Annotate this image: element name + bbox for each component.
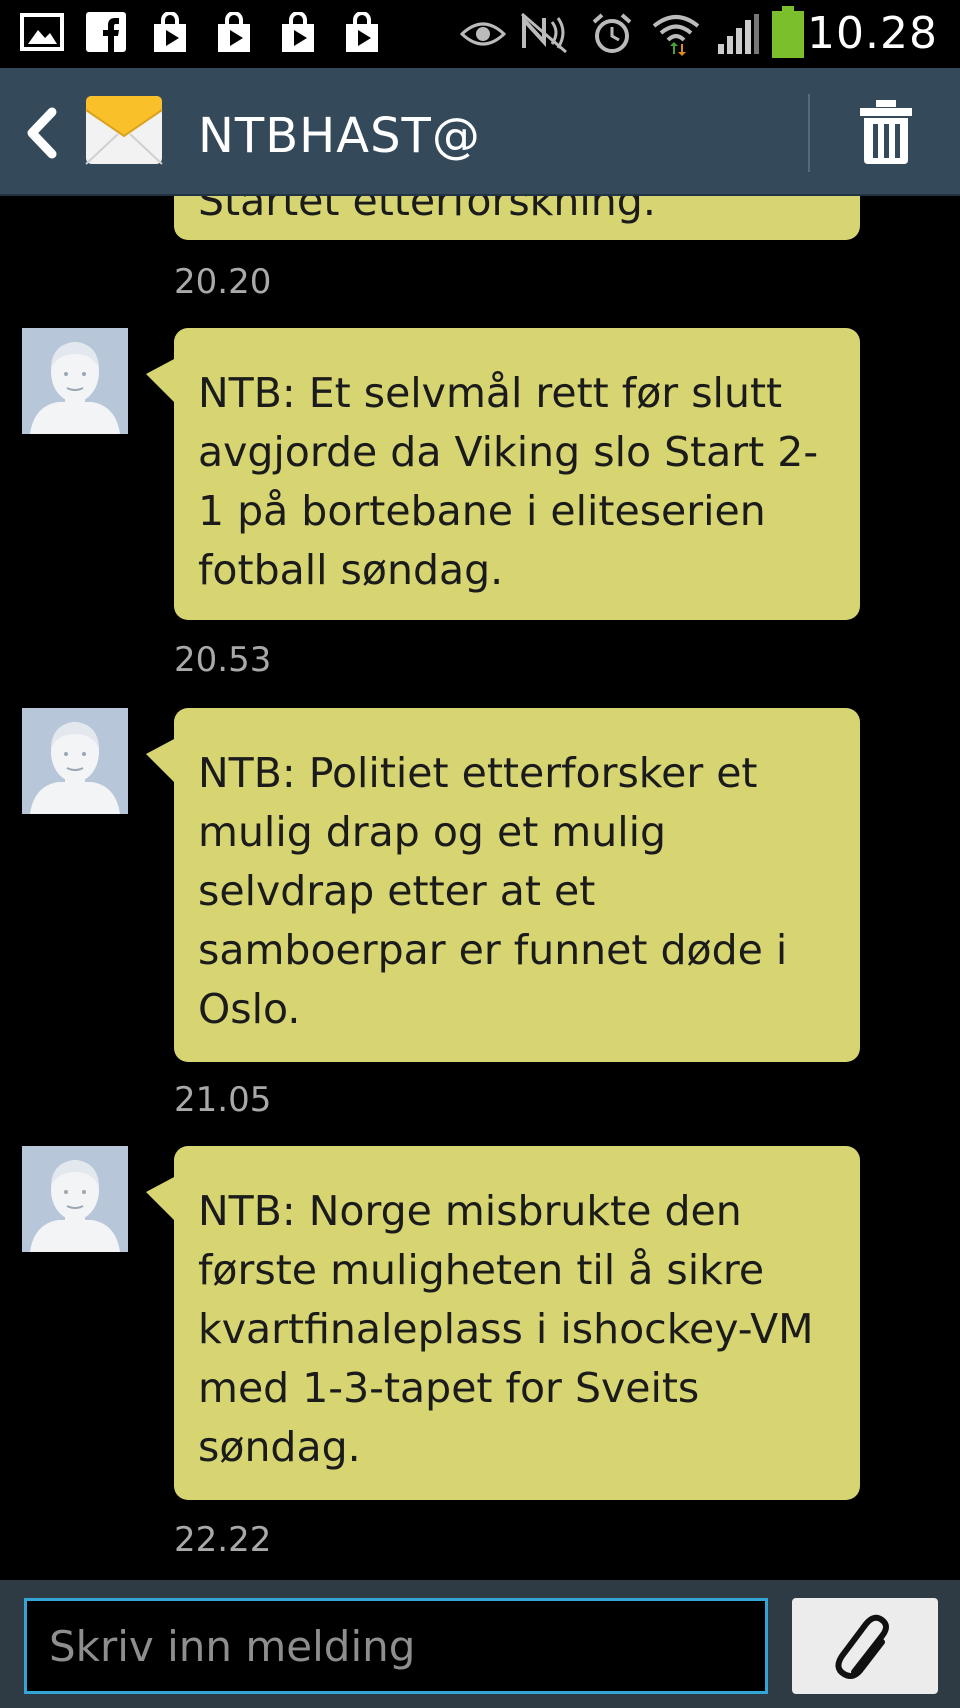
compose-bar bbox=[0, 1580, 960, 1708]
message-text: Startet etterforskning. bbox=[198, 196, 656, 225]
message-list[interactable]: Startet etterforskning. 20.20 NTB: Et se… bbox=[0, 196, 960, 1580]
gallery-icon bbox=[20, 13, 64, 51]
message-text: NTB: Norge misbrukte den første mulighet… bbox=[198, 1187, 814, 1471]
status-bar: 10.28 bbox=[0, 0, 960, 68]
play-store-icon bbox=[282, 12, 314, 52]
play-store-icon bbox=[218, 12, 250, 52]
bubble-tail bbox=[146, 738, 176, 784]
chevron-left-icon[interactable] bbox=[14, 98, 74, 168]
message-text: NTB: Politiet etterforsker et mulig drap… bbox=[198, 749, 788, 1033]
play-store-icon bbox=[154, 12, 186, 52]
message-bubble[interactable]: NTB: Norge misbrukte den første mulighet… bbox=[146, 1146, 860, 1500]
wifi-icon bbox=[652, 15, 700, 56]
eye-icon bbox=[460, 22, 506, 46]
message-bubble[interactable]: NTB: Et selvmål rett før slutt avgjorde … bbox=[146, 328, 860, 620]
app-header: NTBHAST@ bbox=[0, 68, 960, 196]
contact-name: NTBHAST@ bbox=[198, 108, 481, 164]
bubble-tail bbox=[146, 358, 176, 404]
status-time: 10.28 bbox=[807, 8, 938, 59]
battery-icon bbox=[772, 6, 804, 58]
message-input[interactable] bbox=[24, 1598, 768, 1694]
avatar[interactable] bbox=[22, 328, 128, 434]
message-time: 20.53 bbox=[174, 640, 272, 680]
message-time: 21.05 bbox=[174, 1080, 272, 1120]
trash-icon[interactable] bbox=[856, 100, 916, 166]
envelope-icon bbox=[85, 96, 163, 165]
header-divider bbox=[808, 94, 810, 172]
nfc-icon bbox=[521, 12, 567, 54]
avatar[interactable] bbox=[22, 708, 128, 814]
paperclip-icon bbox=[835, 1614, 889, 1679]
avatar[interactable] bbox=[22, 1146, 128, 1252]
attach-button[interactable] bbox=[792, 1598, 938, 1694]
signal-icon bbox=[718, 14, 759, 54]
message-text: NTB: Et selvmål rett før slutt avgjorde … bbox=[198, 369, 819, 594]
message-time: 22.22 bbox=[174, 1520, 272, 1560]
message-bubble[interactable]: Startet etterforskning. bbox=[174, 196, 860, 240]
message-bubble[interactable]: NTB: Politiet etterforsker et mulig drap… bbox=[146, 708, 860, 1062]
message-time: 20.20 bbox=[174, 262, 272, 302]
bubble-tail bbox=[146, 1176, 176, 1222]
alarm-icon bbox=[592, 13, 632, 53]
play-store-icon bbox=[346, 12, 378, 52]
facebook-icon bbox=[86, 12, 126, 52]
